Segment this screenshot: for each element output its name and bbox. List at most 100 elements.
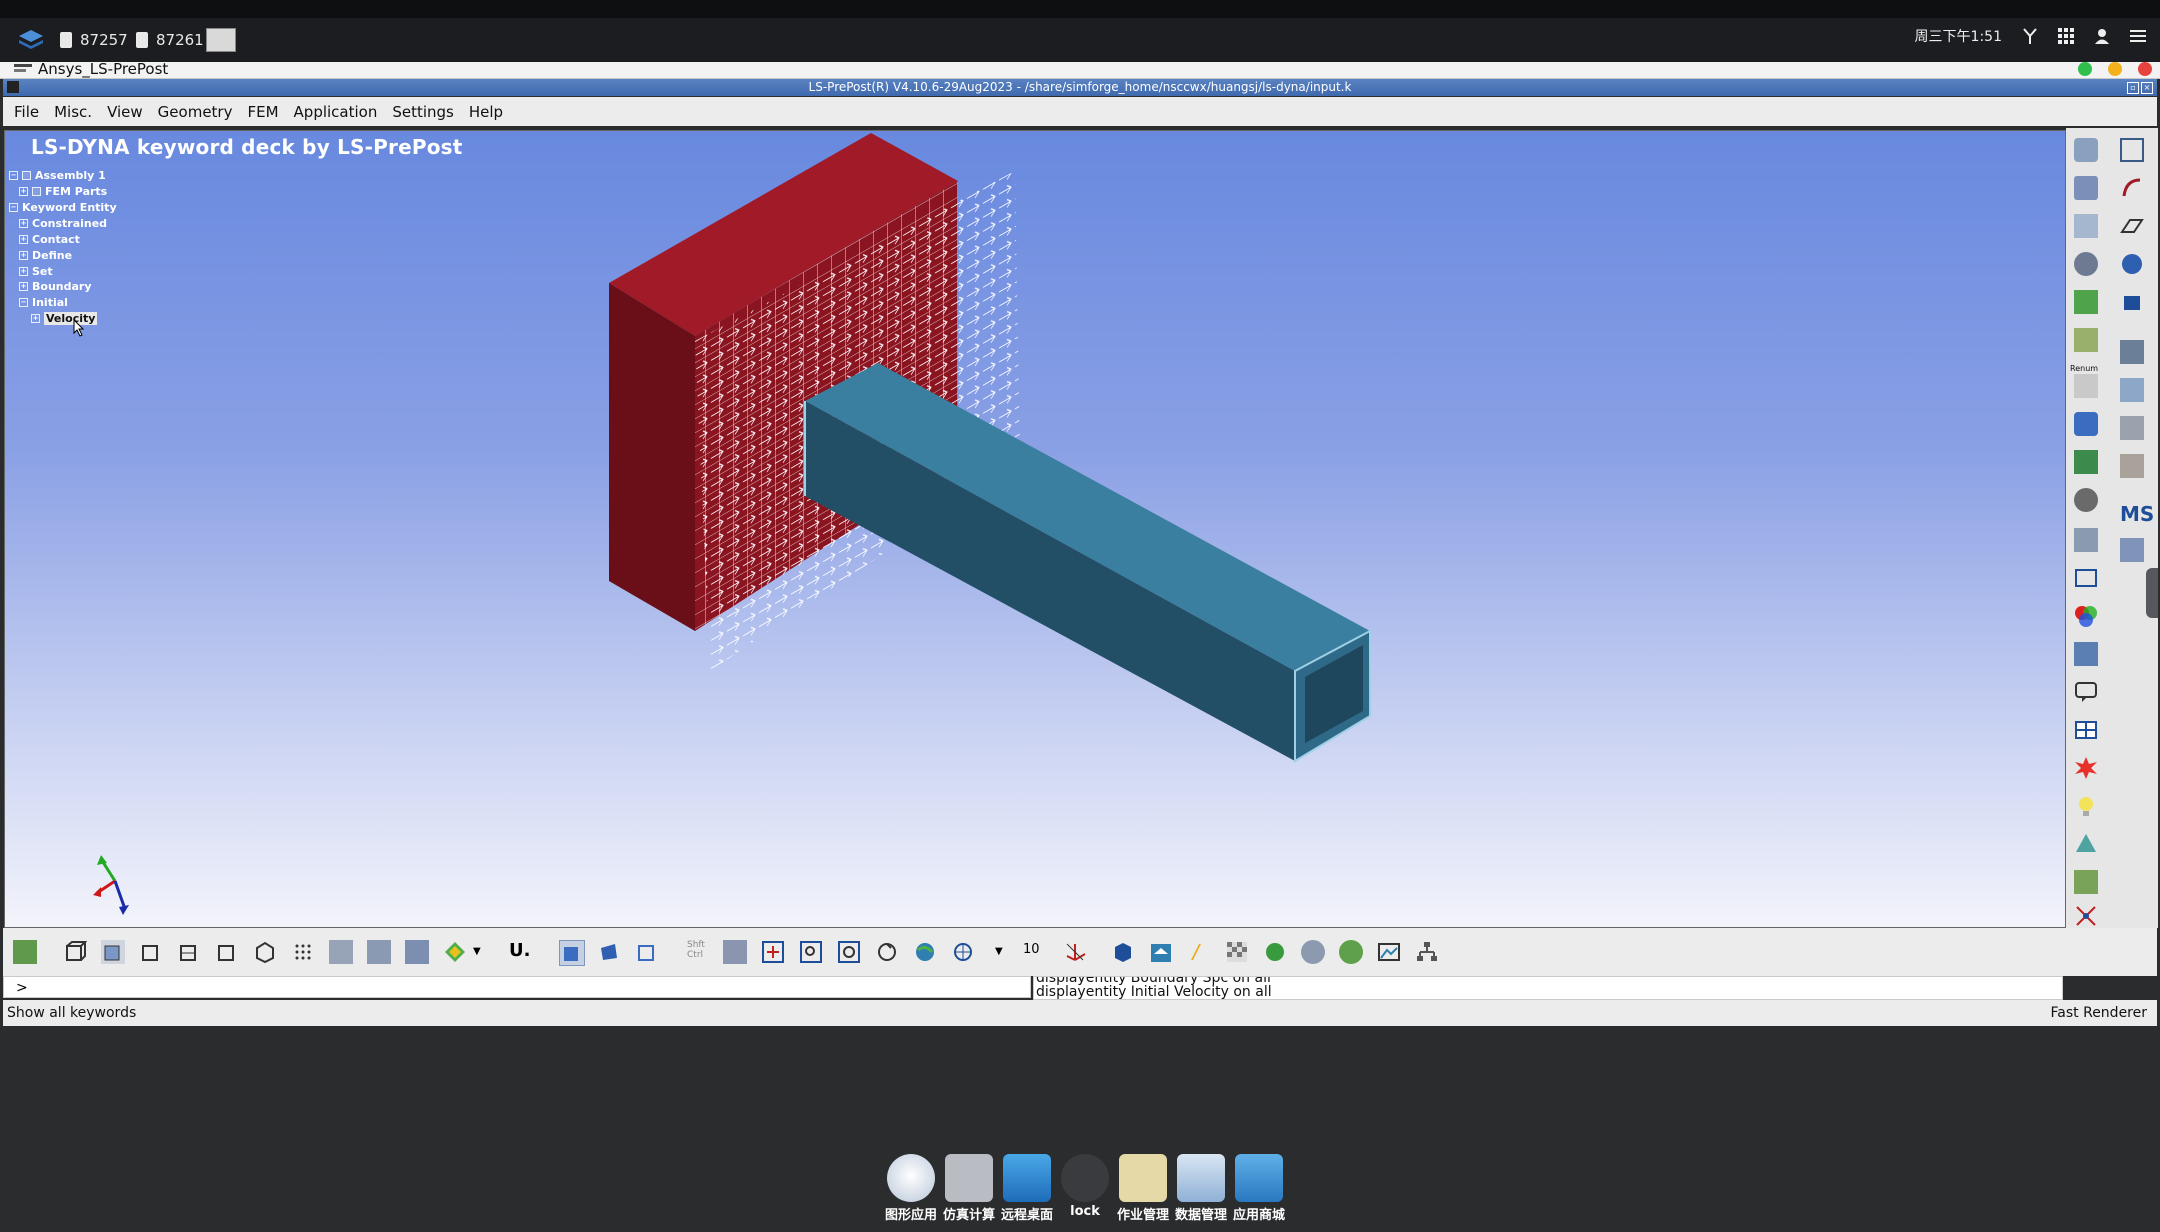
pick-tool-icon[interactable]	[723, 940, 747, 964]
view-front-icon[interactable]	[101, 940, 125, 964]
spin-icon[interactable]	[951, 940, 975, 964]
cross-tool-icon[interactable]	[2074, 904, 2098, 928]
render-mode-icon[interactable]	[329, 940, 353, 964]
chevron-down-icon[interactable]: ▼	[473, 946, 481, 957]
user-icon[interactable]	[2094, 28, 2110, 44]
taskbar-item-thumbnail[interactable]	[206, 26, 236, 54]
curve-tool-icon[interactable]	[2120, 176, 2144, 200]
menu-file[interactable]: File	[14, 103, 39, 121]
window-tool-icon[interactable]	[2074, 566, 2098, 590]
message-log[interactable]: displayentity Boundary Spc on all displa…	[1033, 976, 2063, 1000]
hierarchy-icon[interactable]	[1415, 940, 1439, 964]
sphere-tool-icon[interactable]	[1263, 940, 1287, 964]
menu-settings[interactable]: Settings	[392, 103, 454, 121]
plot-tool-icon[interactable]	[2074, 870, 2098, 894]
dock-lock[interactable]: lock	[1056, 1148, 1114, 1232]
launcher-button[interactable]	[18, 26, 44, 54]
sketch-icon[interactable]	[1187, 940, 1211, 964]
dock-simulation[interactable]: 仿真计算	[940, 1148, 998, 1232]
menu-application[interactable]: Application	[294, 103, 378, 121]
view-top-icon[interactable]	[253, 940, 277, 964]
close-window-button[interactable]: ×	[2141, 82, 2153, 94]
zoom-box-icon[interactable]	[799, 940, 823, 964]
view-iso-icon[interactable]	[63, 940, 87, 964]
fringe-icon[interactable]	[443, 940, 467, 964]
annotation-icon[interactable]	[2074, 680, 2098, 704]
settings-list-icon[interactable]	[2120, 454, 2144, 478]
surface-tool-icon[interactable]	[2120, 214, 2144, 238]
antenna-icon[interactable]	[2022, 27, 2038, 45]
light-bulb-icon[interactable]	[2074, 794, 2098, 818]
view-right-icon[interactable]	[215, 940, 239, 964]
restore-window-button[interactable]: ▫	[2127, 82, 2139, 94]
render-mode2-icon[interactable]	[367, 940, 391, 964]
explosion-icon[interactable]	[2074, 756, 2098, 780]
menu-geometry[interactable]: Geometry	[158, 103, 233, 121]
square-tube[interactable]	[804, 363, 1371, 763]
menu-help[interactable]: Help	[469, 103, 503, 121]
menu-view[interactable]: View	[107, 103, 143, 121]
ms-extra-icon[interactable]	[2120, 538, 2144, 562]
renumber-label[interactable]: Renum	[2070, 364, 2098, 373]
solid-box-icon[interactable]	[2120, 290, 2144, 314]
part-color-icon[interactable]	[2074, 642, 2098, 666]
refresh-icon[interactable]	[1339, 940, 1363, 964]
menu-icon[interactable]	[2130, 29, 2146, 43]
undo-view-icon[interactable]	[13, 940, 37, 964]
cube-icon[interactable]	[1111, 940, 1135, 964]
menu-misc[interactable]: Misc.	[54, 103, 92, 121]
info-tool-icon[interactable]	[2074, 528, 2098, 552]
mesh-tool-icon[interactable]	[2120, 340, 2144, 364]
table-view-icon[interactable]	[2074, 718, 2098, 742]
color-wheel-icon[interactable]	[2074, 604, 2098, 628]
minimize-button[interactable]	[2108, 62, 2122, 76]
dock-graphics-app[interactable]: 图形应用	[882, 1148, 940, 1232]
gear-tool-icon[interactable]	[2074, 252, 2098, 276]
dock-app-store[interactable]: 应用商城	[1230, 1148, 1288, 1232]
close-button[interactable]	[2138, 62, 2152, 76]
axis-icon[interactable]	[1063, 940, 1087, 964]
zoom-in-icon[interactable]	[837, 940, 861, 964]
model-check-icon[interactable]	[2074, 450, 2098, 474]
apps-grid-icon[interactable]	[2058, 28, 2074, 44]
dock-job-manager[interactable]: 作业管理	[1114, 1148, 1172, 1232]
tetra-icon[interactable]	[2074, 832, 2098, 856]
wire-box-icon[interactable]	[635, 940, 659, 964]
view-dots-icon[interactable]	[291, 940, 315, 964]
shaded-face-icon[interactable]	[597, 940, 621, 964]
command-input[interactable]: >	[3, 976, 1031, 998]
checker-icon[interactable]	[1225, 940, 1249, 964]
taskbar-item-87257[interactable]: 87257	[60, 26, 128, 54]
menu-fem[interactable]: FEM	[247, 103, 278, 121]
model-scene[interactable]	[5, 131, 2065, 927]
copy-tool-icon[interactable]	[2074, 176, 2098, 200]
check-list-icon[interactable]	[2074, 290, 2098, 314]
side-panel-handle[interactable]	[2146, 568, 2158, 618]
layers-tool-icon[interactable]	[2074, 412, 2098, 436]
gear-bottom-icon[interactable]	[1301, 940, 1325, 964]
shaded-box-icon[interactable]	[559, 940, 585, 966]
dock-remote-desktop[interactable]: 远程桌面	[998, 1148, 1056, 1232]
renumber-tool-icon[interactable]	[2074, 374, 2098, 398]
rotate-icon[interactable]	[875, 940, 899, 964]
render-mode3-icon[interactable]	[405, 940, 429, 964]
increment-value[interactable]: 10	[1023, 942, 1040, 957]
picture-icon[interactable]	[1377, 940, 1401, 964]
gear2-tool-icon[interactable]	[2074, 488, 2098, 512]
keyword-tool-icon[interactable]	[2074, 214, 2098, 238]
select-tool-icon[interactable]	[2120, 138, 2144, 162]
view-back-icon[interactable]	[139, 940, 163, 964]
selected-tool-icon[interactable]	[2120, 378, 2144, 402]
globe-icon[interactable]	[913, 940, 937, 964]
chevron-down-icon[interactable]: ▼	[995, 946, 1003, 957]
maximize-button[interactable]	[2078, 62, 2092, 76]
zoom-fit-icon[interactable]	[761, 940, 785, 964]
view-left-icon[interactable]	[177, 940, 201, 964]
home-view-icon[interactable]	[1149, 940, 1173, 964]
part-tool-icon[interactable]	[2074, 138, 2098, 162]
ms-tool-button[interactable]: MS	[2120, 502, 2154, 526]
u-label[interactable]: U.	[509, 940, 530, 961]
grid-tool-icon[interactable]	[2120, 416, 2144, 440]
solid-sphere-icon[interactable]	[2120, 252, 2144, 276]
taskbar-item-87261[interactable]: 87261	[136, 26, 204, 54]
